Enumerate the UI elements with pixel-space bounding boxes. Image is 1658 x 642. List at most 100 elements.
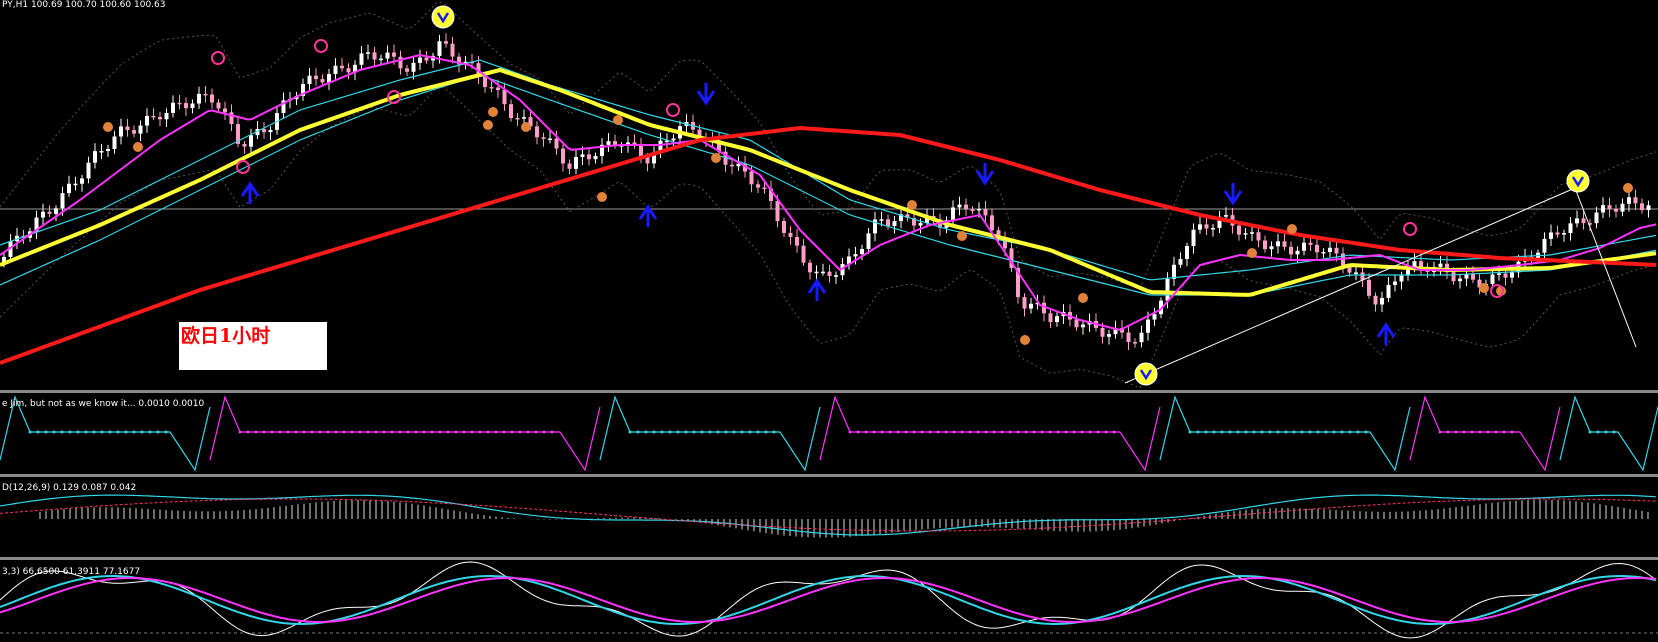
buy-arrow-icon[interactable] bbox=[240, 181, 260, 204]
candle[interactable] bbox=[372, 46, 377, 68]
candle[interactable] bbox=[1315, 239, 1319, 261]
candle[interactable] bbox=[184, 97, 188, 117]
pivot-marker-icon[interactable] bbox=[613, 115, 623, 125]
candle[interactable] bbox=[333, 58, 338, 82]
candle[interactable] bbox=[587, 148, 591, 166]
candle[interactable] bbox=[1386, 276, 1391, 302]
candle[interactable] bbox=[112, 130, 117, 154]
flower-marker-icon[interactable] bbox=[666, 103, 680, 117]
candle[interactable] bbox=[1588, 219, 1592, 232]
candle[interactable] bbox=[1458, 273, 1462, 289]
candle[interactable] bbox=[1568, 217, 1573, 241]
reversal-badge-icon[interactable] bbox=[431, 5, 455, 29]
candle[interactable] bbox=[1191, 223, 1196, 254]
candle[interactable] bbox=[1646, 200, 1651, 218]
candle[interactable] bbox=[301, 78, 305, 101]
candle[interactable] bbox=[957, 196, 962, 216]
candle[interactable] bbox=[314, 68, 318, 86]
candle[interactable] bbox=[1373, 292, 1378, 312]
candle[interactable] bbox=[1016, 260, 1020, 304]
candle[interactable] bbox=[1328, 240, 1332, 258]
candle[interactable] bbox=[782, 217, 786, 238]
candle[interactable] bbox=[1009, 240, 1014, 272]
candle[interactable] bbox=[398, 50, 403, 75]
buy-arrow-icon[interactable] bbox=[1376, 322, 1396, 345]
candle[interactable] bbox=[1438, 255, 1443, 275]
candle[interactable] bbox=[151, 108, 156, 121]
reversal-badge-icon[interactable] bbox=[1566, 169, 1590, 193]
candle[interactable] bbox=[788, 226, 793, 245]
candle[interactable] bbox=[801, 239, 806, 266]
candle[interactable] bbox=[730, 160, 734, 175]
candle[interactable] bbox=[1607, 197, 1612, 218]
panel-separator-3[interactable] bbox=[0, 557, 1658, 560]
candle[interactable] bbox=[216, 98, 221, 113]
candle[interactable] bbox=[1198, 216, 1202, 234]
candle[interactable] bbox=[1055, 310, 1059, 327]
buy-arrow-icon[interactable] bbox=[807, 278, 827, 301]
candle[interactable] bbox=[93, 143, 97, 169]
step-indicator-line[interactable] bbox=[1409, 395, 1561, 472]
candle[interactable] bbox=[1243, 227, 1248, 240]
candle[interactable] bbox=[262, 122, 266, 139]
candle[interactable] bbox=[41, 203, 45, 225]
pivot-marker-icon[interactable] bbox=[488, 107, 498, 117]
panel-separator-1[interactable] bbox=[0, 390, 1658, 393]
candle[interactable] bbox=[593, 152, 598, 164]
candle[interactable] bbox=[1594, 206, 1599, 229]
pivot-marker-icon[interactable] bbox=[483, 120, 493, 130]
candle[interactable] bbox=[1133, 338, 1137, 348]
candle[interactable] bbox=[1126, 326, 1131, 351]
candle[interactable] bbox=[242, 140, 247, 154]
candle[interactable] bbox=[1263, 235, 1267, 253]
candle[interactable] bbox=[463, 55, 468, 70]
candle[interactable] bbox=[359, 45, 364, 70]
candle[interactable] bbox=[834, 271, 838, 284]
candle[interactable] bbox=[1042, 295, 1046, 322]
candle[interactable] bbox=[47, 205, 52, 218]
candle[interactable] bbox=[951, 200, 955, 226]
candle[interactable] bbox=[632, 134, 637, 149]
candle[interactable] bbox=[1555, 225, 1560, 238]
candle[interactable] bbox=[1542, 232, 1547, 261]
candle[interactable] bbox=[80, 174, 84, 192]
candle[interactable] bbox=[600, 138, 604, 164]
candle[interactable] bbox=[340, 58, 344, 72]
candle[interactable] bbox=[229, 104, 234, 132]
candle[interactable] bbox=[1276, 233, 1280, 254]
step-indicator-line[interactable] bbox=[819, 395, 1161, 472]
candle[interactable] bbox=[1360, 264, 1365, 287]
pivot-marker-icon[interactable] bbox=[1020, 335, 1030, 345]
candle[interactable] bbox=[307, 67, 312, 92]
candle[interactable] bbox=[177, 94, 182, 110]
sell-arrow-icon[interactable] bbox=[975, 163, 995, 186]
candle[interactable] bbox=[769, 180, 773, 209]
candle[interactable] bbox=[34, 210, 39, 240]
candle[interactable] bbox=[866, 227, 871, 254]
candle[interactable] bbox=[1575, 210, 1579, 228]
candle[interactable] bbox=[847, 248, 851, 270]
candle[interactable] bbox=[268, 126, 273, 141]
candle[interactable] bbox=[652, 146, 656, 169]
flower-marker-icon[interactable] bbox=[1403, 222, 1417, 236]
candle[interactable] bbox=[203, 85, 208, 103]
candle[interactable] bbox=[613, 134, 617, 149]
candle[interactable] bbox=[119, 118, 123, 145]
candle[interactable] bbox=[1152, 307, 1157, 326]
candle[interactable] bbox=[249, 128, 253, 155]
candle[interactable] bbox=[1094, 313, 1098, 332]
pivot-marker-icon[interactable] bbox=[1623, 183, 1633, 193]
step-indicator-line[interactable] bbox=[1559, 395, 1658, 472]
buy-arrow-icon[interactable] bbox=[638, 204, 658, 227]
candle[interactable] bbox=[814, 265, 819, 280]
trend-line-down[interactable] bbox=[1574, 187, 1637, 348]
candle[interactable] bbox=[535, 121, 539, 145]
candle[interactable] bbox=[1211, 224, 1215, 237]
candle[interactable] bbox=[1419, 253, 1423, 276]
candle[interactable] bbox=[619, 142, 624, 153]
candle[interactable] bbox=[86, 156, 91, 184]
candle[interactable] bbox=[1178, 252, 1183, 268]
ma-magenta[interactable] bbox=[0, 53, 1657, 332]
candle[interactable] bbox=[1633, 189, 1638, 211]
pivot-marker-icon[interactable] bbox=[133, 142, 143, 152]
